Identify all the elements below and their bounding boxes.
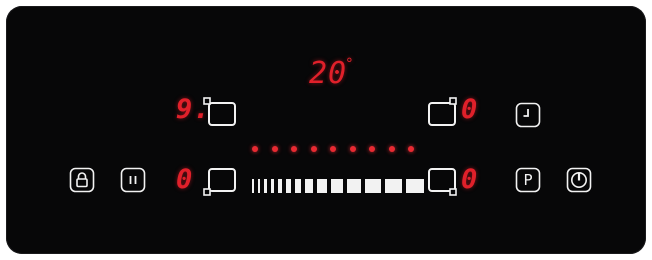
slider-segment[interactable] xyxy=(252,179,254,193)
pause-button[interactable] xyxy=(120,167,146,193)
slider-led xyxy=(349,146,356,152)
timer-button[interactable] xyxy=(515,102,541,128)
zone-rear-right-icon[interactable] xyxy=(426,166,462,198)
slider-led xyxy=(271,146,278,152)
slider-segment[interactable] xyxy=(278,179,282,193)
slider-segment[interactable] xyxy=(331,179,343,193)
slider-segment[interactable] xyxy=(295,179,301,193)
pause-icon xyxy=(120,167,146,193)
slider-segment[interactable] xyxy=(317,179,327,193)
zone-front-left-icon[interactable] xyxy=(203,97,239,129)
slider-segment[interactable] xyxy=(271,179,274,193)
power-boost-label: P xyxy=(523,171,533,189)
lock-button[interactable] xyxy=(69,167,95,193)
slider-segment[interactable] xyxy=(365,179,381,193)
slider-segment[interactable] xyxy=(305,179,313,193)
slider-led xyxy=(369,146,375,152)
zone-rear-left-icon[interactable] xyxy=(203,166,239,198)
timer-unit-mark: ° xyxy=(345,56,355,72)
slider-led xyxy=(252,146,258,152)
zone-front-right-icon[interactable] xyxy=(426,97,462,129)
lock-icon xyxy=(69,167,95,193)
slider-led xyxy=(388,146,395,152)
timer-value: 20 xyxy=(309,56,348,91)
slider-segment[interactable] xyxy=(406,179,424,193)
zone-rear-right-level: 0 xyxy=(461,164,479,195)
slider-segment[interactable] xyxy=(264,179,267,193)
power-icon xyxy=(566,167,592,193)
slider-segment[interactable] xyxy=(347,179,361,193)
slider-led xyxy=(291,146,297,152)
slider-segment[interactable] xyxy=(385,179,402,193)
timer-display: 20° xyxy=(309,56,355,91)
slider-segment[interactable] xyxy=(258,179,260,193)
slider-led xyxy=(408,146,414,152)
cooktop-control-panel: 20° 9. 0 0 0 P xyxy=(6,6,646,254)
zone-front-right-level: 0 xyxy=(461,94,479,125)
slider-segment[interactable] xyxy=(286,179,291,193)
power-button[interactable] xyxy=(566,167,592,193)
slider-led xyxy=(310,146,317,152)
power-boost-button[interactable]: P xyxy=(515,167,541,193)
slider-led xyxy=(330,146,336,152)
zone-rear-left-level: 0 xyxy=(176,164,194,195)
timer-icon xyxy=(515,102,541,128)
